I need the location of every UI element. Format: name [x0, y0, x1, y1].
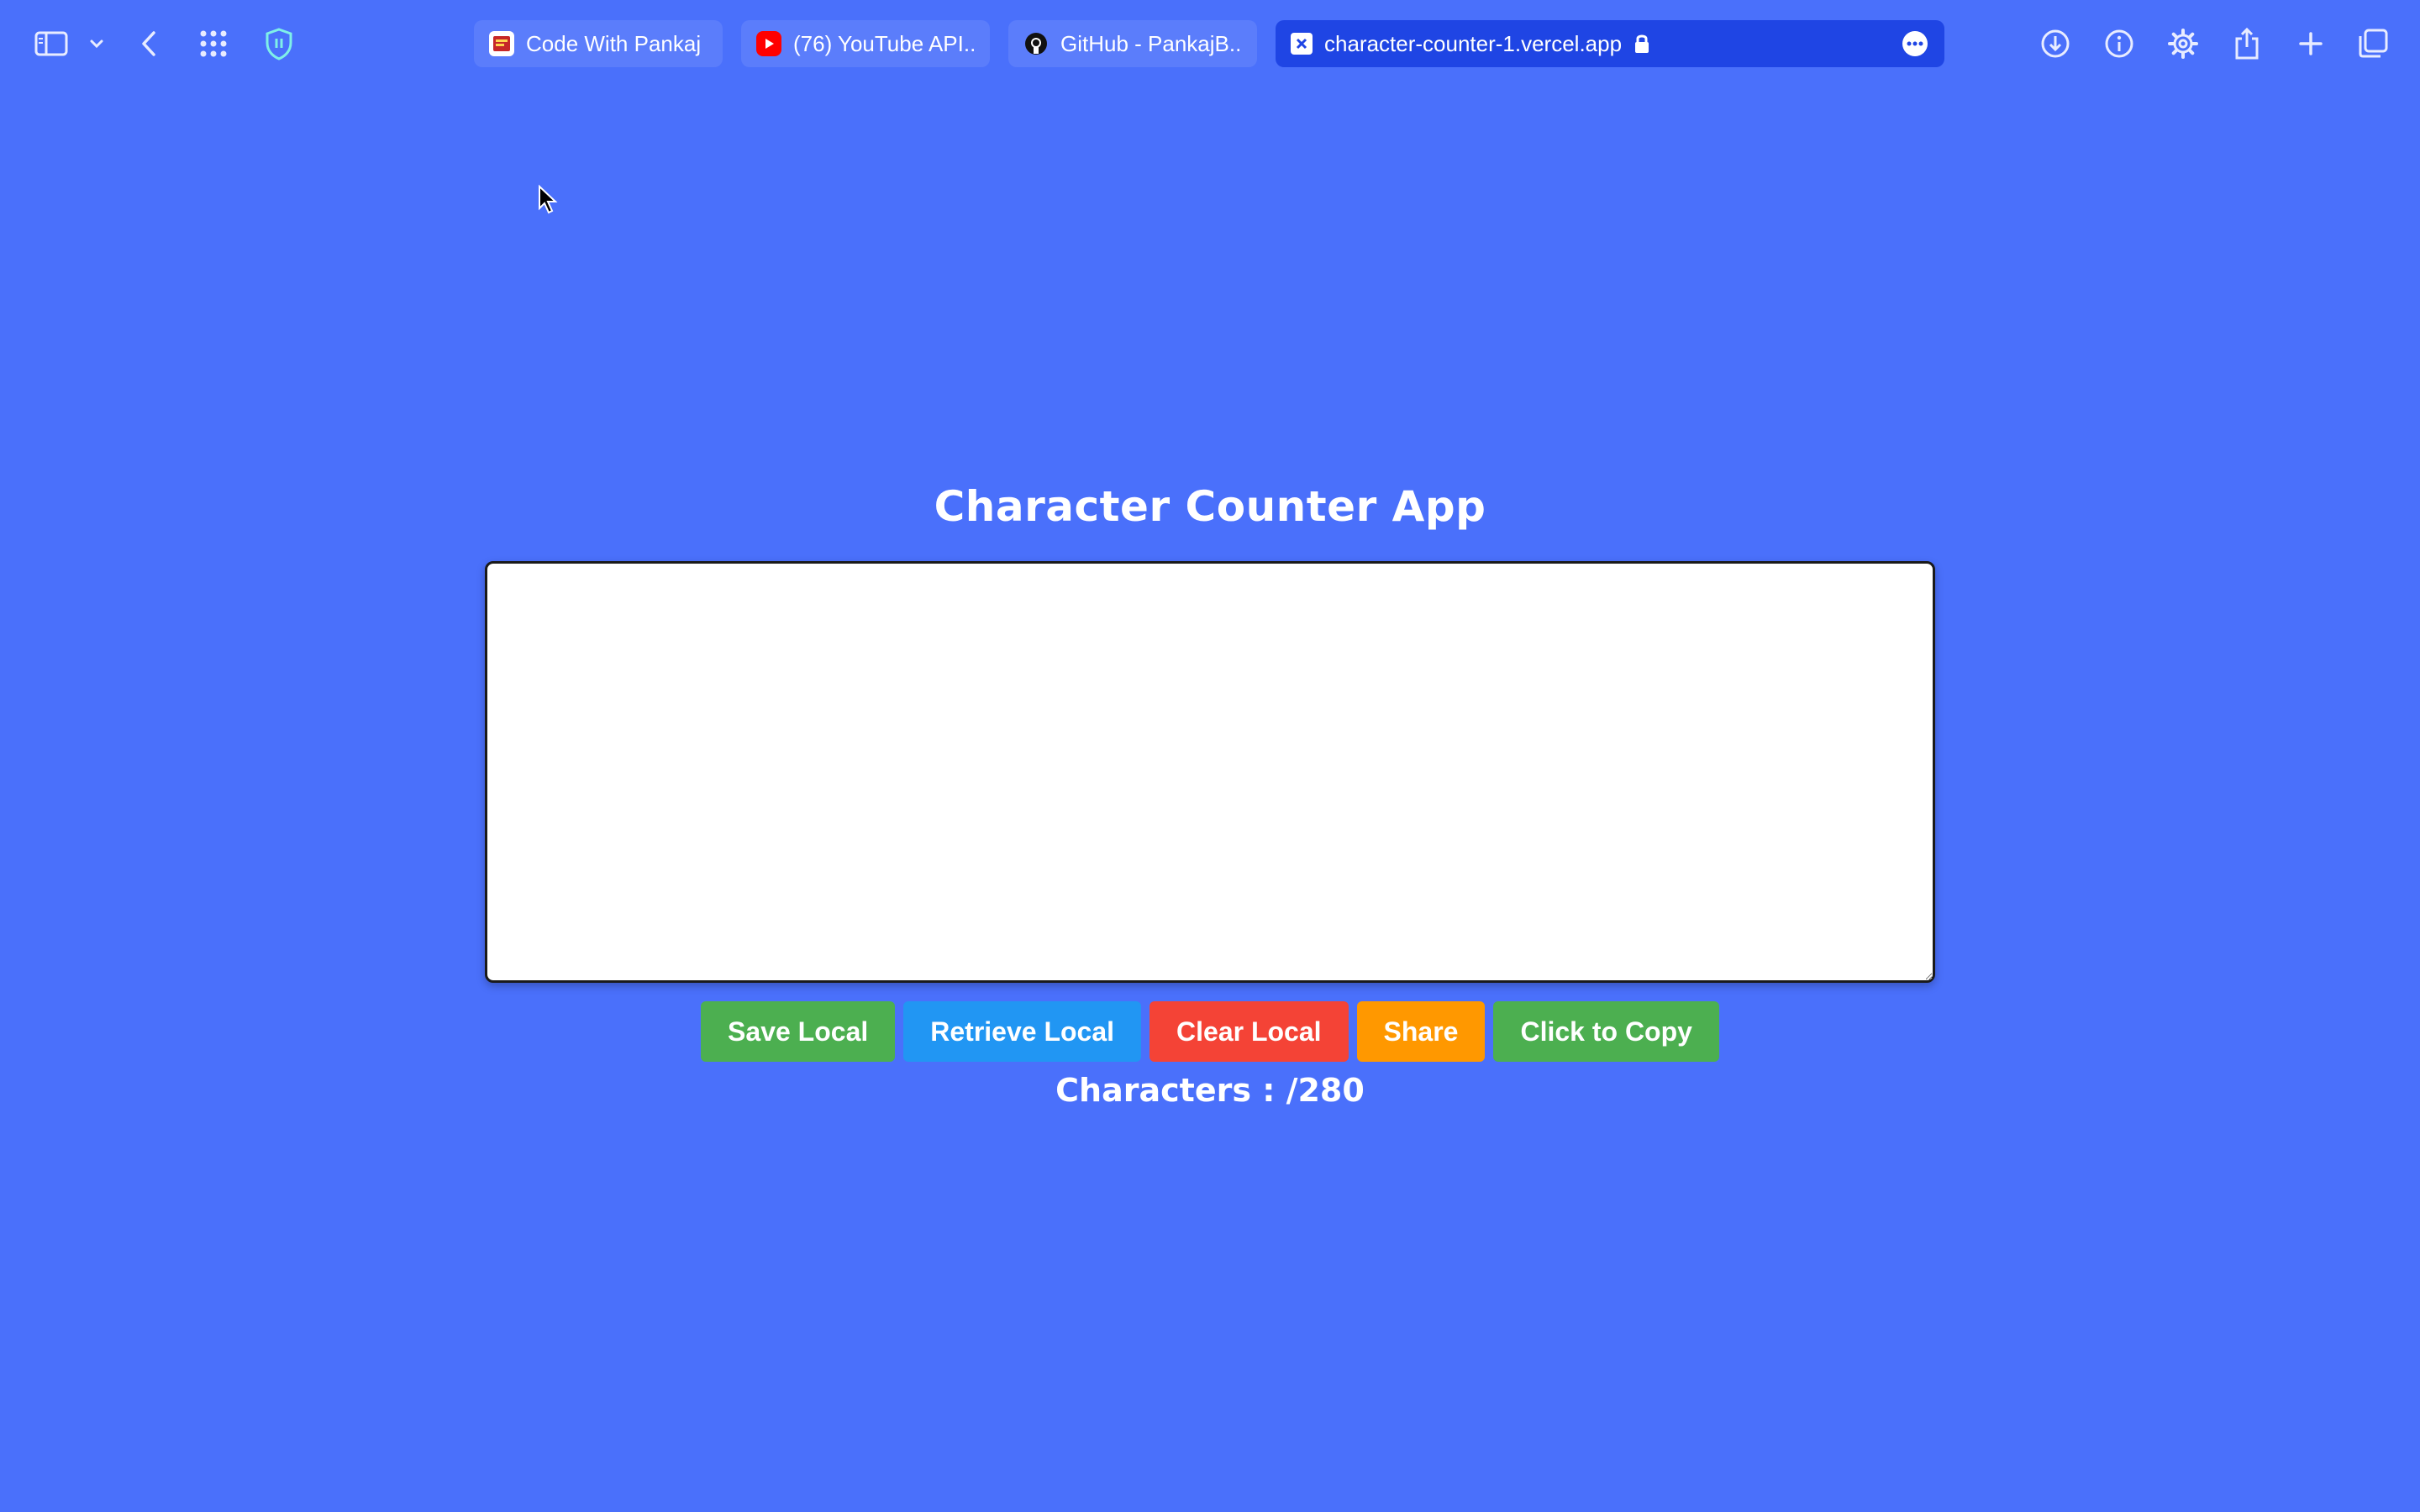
copy-button[interactable]: Click to Copy [1493, 1001, 1719, 1062]
tab-label: Code With Pankaj [526, 30, 702, 56]
retrieve-local-button[interactable]: Retrieve Local [903, 1001, 1142, 1062]
back-icon[interactable] [136, 20, 161, 67]
plus-icon[interactable] [2294, 20, 2328, 67]
lock-icon [1634, 33, 1650, 55]
shield-icon[interactable] [262, 20, 296, 67]
tab-character-counter[interactable]: character-counter-1.vercel.app [1276, 20, 1944, 67]
tab-label: GitHub - PankajB... [1060, 30, 1242, 56]
info-icon[interactable] [2102, 20, 2136, 67]
youtube-favicon [756, 31, 781, 56]
github-favicon [1023, 31, 1049, 56]
character-count: Characters : /280 [1055, 1072, 1365, 1109]
save-local-button[interactable]: Save Local [701, 1001, 896, 1062]
tab-label: (76) YouTube API... [793, 30, 975, 56]
download-icon[interactable] [2039, 20, 2072, 67]
tabs-overview-icon[interactable] [2356, 20, 2390, 67]
address-url[interactable]: character-counter-1.vercel.app [1324, 31, 1622, 57]
sidebar-icon[interactable] [32, 20, 71, 67]
action-buttons: Save Local Retrieve Local Clear Local Sh… [0, 1001, 2420, 1062]
mouse-cursor [538, 184, 560, 218]
tab-github[interactable]: GitHub - PankajB... [1008, 20, 1257, 67]
gear-icon[interactable] [2166, 20, 2200, 67]
tab-youtube-api[interactable]: (76) YouTube API... [741, 20, 990, 67]
clear-local-button[interactable]: Clear Local [1150, 1001, 1349, 1062]
text-input-area[interactable] [485, 561, 1935, 983]
share-button[interactable]: Share [1356, 1001, 1486, 1062]
share-icon[interactable] [2230, 20, 2264, 67]
tab-code-with-pankaj[interactable]: Code With Pankaj [474, 20, 723, 67]
chevron-down-icon[interactable] [87, 20, 106, 67]
page-title: Character Counter App [934, 482, 1486, 531]
grid-icon[interactable] [197, 20, 230, 67]
browser-toolbar: Code With Pankaj (76) YouTube API... Git… [0, 0, 2420, 87]
vercel-favicon [1291, 33, 1313, 55]
code-with-pankaj-favicon [489, 31, 514, 56]
more-options-icon[interactable] [1901, 29, 1929, 58]
